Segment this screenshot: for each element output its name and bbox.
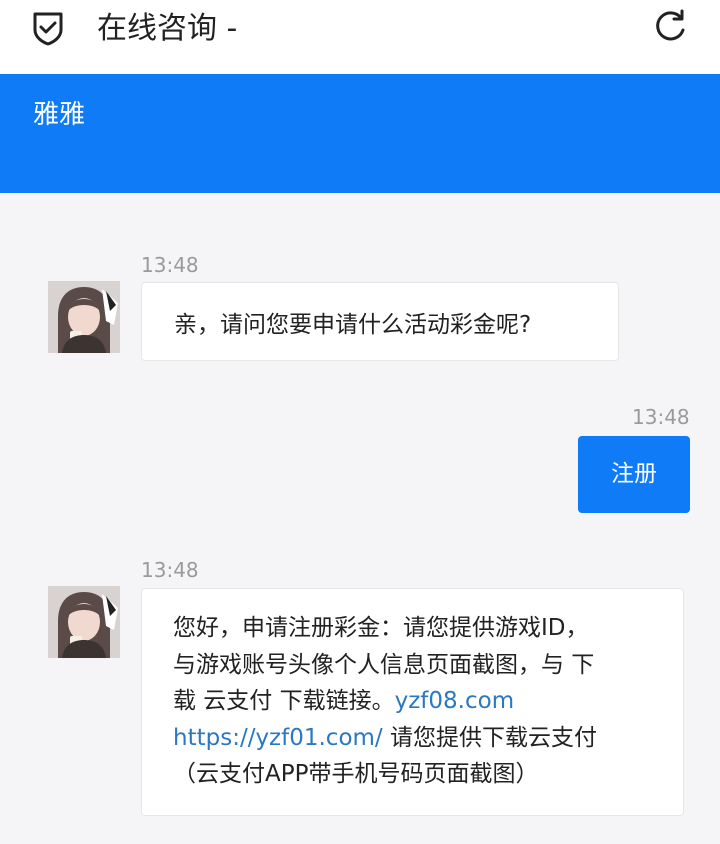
refresh-icon[interactable]	[651, 8, 689, 46]
agent-avatar	[48, 586, 120, 658]
message-line: （云支付APP带手机号码页面截图）	[173, 761, 539, 787]
link-yzf08[interactable]: yzf08.com	[395, 688, 514, 714]
chat-header: 雅雅	[0, 74, 720, 193]
user-message-bubble[interactable]: 注册	[578, 436, 690, 513]
message-timestamp: 13:48	[632, 405, 690, 429]
message-text: 注册	[611, 461, 657, 487]
top-bar: 在线咨询 -	[0, 0, 720, 74]
message-text: 载 云支付 下载链接。	[173, 688, 395, 714]
agent-name: 雅雅	[33, 100, 86, 130]
message-line: 与游戏账号头像个人信息页面截图，与 下	[173, 651, 595, 678]
chat-area[interactable]: 13:48 亲，请问您要申请什么活动彩金呢? 13:48 注册 13:48 您好…	[0, 193, 720, 844]
agent-avatar	[48, 281, 120, 353]
message-line: 您好，申请注册彩金：请您提供游戏ID，	[173, 615, 589, 641]
message-text: 请您提供下载云支付	[382, 724, 597, 751]
page-title: 在线咨询 -	[97, 11, 238, 46]
message-line: 载 云支付 下载链接。yzf08.com	[173, 683, 673, 720]
link-yzf01[interactable]: https://yzf01.com/	[173, 725, 383, 751]
message-timestamp: 13:48	[141, 558, 199, 582]
message-timestamp: 13:48	[141, 253, 199, 277]
message-line: https://yzf01.com/ 请您提供下载云支付	[173, 720, 673, 757]
message-text: 亲，请问您要申请什么活动彩金呢?	[174, 312, 532, 338]
shield-check-icon[interactable]	[30, 10, 66, 46]
message-bubble[interactable]: 亲，请问您要申请什么活动彩金呢?	[141, 282, 619, 361]
message-bubble[interactable]: 您好，申请注册彩金：请您提供游戏ID， 与游戏账号头像个人信息页面截图，与 下 …	[141, 588, 684, 816]
